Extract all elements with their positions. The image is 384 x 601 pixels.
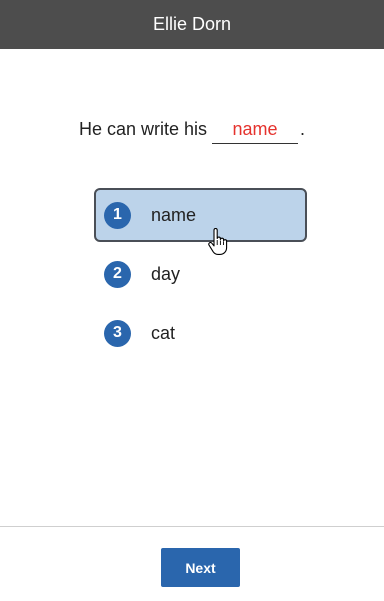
app: Ellie Dorn He can write his name . 1 nam… — [0, 0, 384, 601]
header-title: Ellie Dorn — [152, 14, 232, 34]
answer-blank[interactable]: name — [212, 118, 299, 144]
option-word: day — [151, 263, 181, 284]
sentence-suffix: . — [300, 119, 306, 139]
hand-pointer-icon — [208, 228, 228, 255]
question-sentence: He can write his name . — [0, 118, 384, 144]
footer-divider — [0, 526, 384, 527]
sentence-prefix: He can write his — [78, 119, 208, 139]
option-word: cat — [151, 322, 176, 343]
option-number-badge: 3 — [104, 319, 131, 347]
header-bar: Ellie Dorn — [0, 0, 384, 49]
option-day[interactable]: 2 day — [94, 247, 307, 301]
option-number-badge: 2 — [104, 260, 131, 288]
option-name[interactable]: 1 name — [94, 188, 307, 242]
option-number-badge: 1 — [104, 201, 131, 229]
answer-options: 1 name 2 day 3 cat — [94, 188, 307, 365]
option-cat[interactable]: 3 cat — [94, 306, 307, 360]
option-word: name — [151, 204, 197, 225]
next-button[interactable]: Next — [161, 548, 240, 587]
